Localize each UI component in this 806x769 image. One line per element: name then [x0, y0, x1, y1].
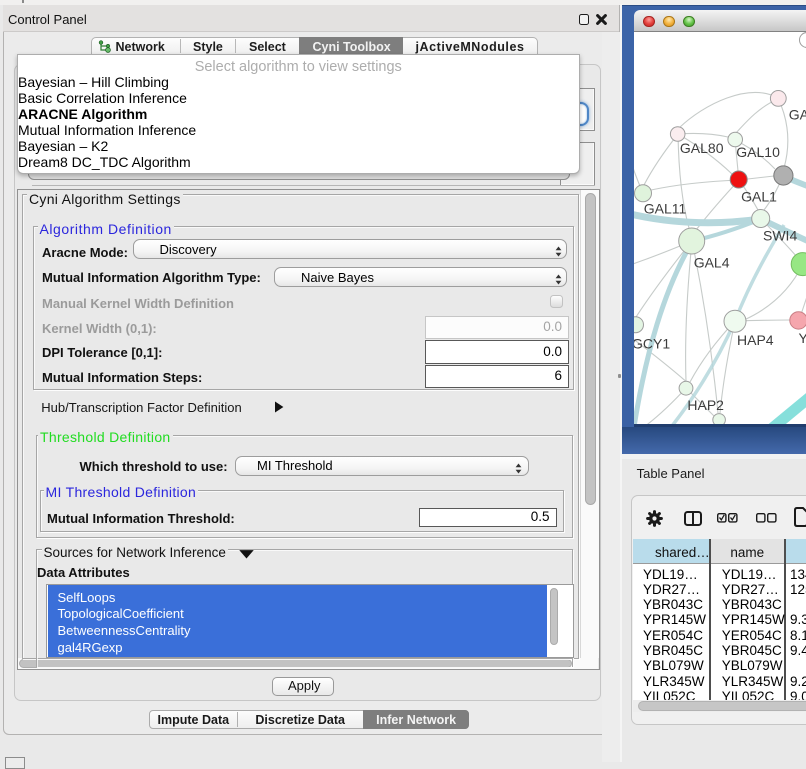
- svg-text:HAP2: HAP2: [688, 397, 725, 413]
- svg-text:Y: Y: [799, 330, 806, 346]
- svg-text:GAL10: GAL10: [737, 144, 781, 160]
- svg-text:GCY1: GCY1: [634, 335, 670, 351]
- svg-text:GAL7: GAL7: [789, 107, 806, 123]
- svg-text:GAL11: GAL11: [644, 201, 687, 217]
- svg-text:GAL4: GAL4: [694, 254, 730, 270]
- svg-text:GAL1: GAL1: [741, 189, 777, 205]
- svg-text:SWI4: SWI4: [763, 228, 797, 244]
- svg-text:HAP4: HAP4: [737, 332, 774, 348]
- svg-text:GAL80: GAL80: [680, 140, 724, 156]
